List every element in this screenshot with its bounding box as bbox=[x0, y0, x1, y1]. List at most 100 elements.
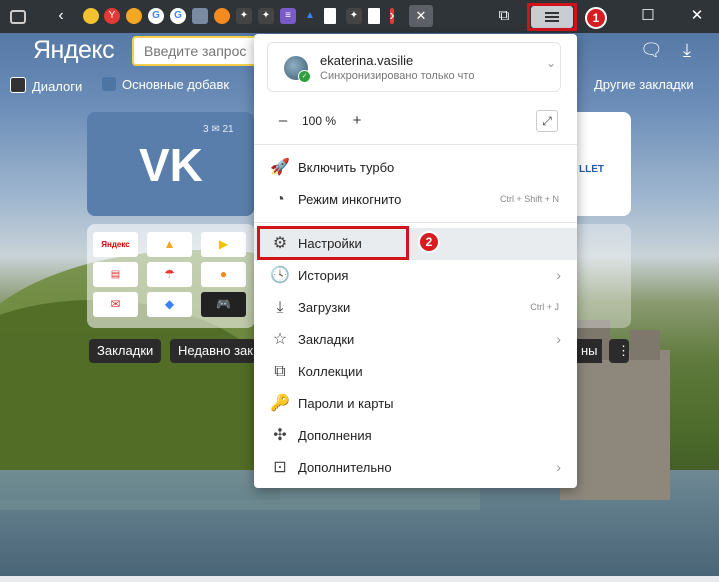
zoom-out-button[interactable]: – bbox=[273, 111, 293, 131]
vk-icon bbox=[102, 77, 116, 91]
menu-item-bookmarks[interactable]: ☆ Закладки › bbox=[254, 324, 577, 356]
book-icon[interactable] bbox=[192, 8, 208, 24]
more-dots-icon: ⊡ bbox=[273, 459, 287, 476]
menu-divider bbox=[254, 222, 577, 223]
menu-item-downloads[interactable]: ⤓ Загрузки Ctrl + J bbox=[254, 292, 577, 324]
quick-links-grid-right bbox=[576, 224, 631, 328]
bookmark-label: Диалоги bbox=[32, 79, 83, 94]
bookmarks-chip[interactable]: Закладки bbox=[89, 339, 162, 363]
highlight-box-menu bbox=[527, 3, 577, 31]
maximize-icon[interactable]: ☐ bbox=[634, 4, 662, 28]
sparkle-icon[interactable]: ✦ bbox=[258, 8, 274, 24]
key-card-icon: 🔑 bbox=[270, 395, 290, 412]
main-menu-dropdown: ✓ ekaterina.vasilie Синхронизировано тол… bbox=[254, 34, 577, 488]
pin-icon[interactable] bbox=[83, 8, 99, 24]
play-icon: ▶ bbox=[218, 237, 229, 251]
bookmark-basic-addons[interactable]: Основные добавк bbox=[102, 77, 229, 92]
games-tile[interactable]: 🎮 bbox=[201, 292, 246, 317]
menu-item-label: Загрузки bbox=[298, 300, 351, 315]
menu-item-shortcut: Ctrl + Shift + N bbox=[499, 194, 559, 204]
menu-item-collections[interactable]: ⧉ Коллекции bbox=[254, 356, 577, 388]
profile-card[interactable]: ✓ ekaterina.vasilie Синхронизировано тол… bbox=[267, 42, 561, 92]
page-icon[interactable] bbox=[368, 8, 380, 24]
news-tile[interactable]: ▤ bbox=[93, 262, 138, 287]
menu-item-more[interactable]: ⊡ Дополнительно › bbox=[254, 452, 577, 484]
sidebar-icon[interactable] bbox=[10, 10, 26, 24]
menu-item-label: Режим инкогнито bbox=[298, 192, 402, 207]
menu-item-history[interactable]: 🕓 История › bbox=[254, 260, 577, 292]
ok-icon: ● bbox=[219, 267, 228, 281]
triangle-icon[interactable]: ▲ bbox=[302, 8, 318, 24]
disk-tile[interactable]: ◆ bbox=[147, 292, 192, 317]
page-icon[interactable] bbox=[324, 8, 336, 24]
chat-icon[interactable]: 🗨 bbox=[640, 40, 663, 61]
zoom-in-button[interactable]: + bbox=[347, 111, 367, 131]
sparkle-icon[interactable]: ✦ bbox=[346, 8, 362, 24]
yandex-y-icon[interactable]: Y bbox=[104, 8, 120, 24]
sparkle-icon[interactable]: ✦ bbox=[236, 8, 252, 24]
menu-item-label: Закладки bbox=[298, 332, 355, 347]
clock-icon: 🕓 bbox=[270, 267, 290, 284]
bottom-strip bbox=[0, 576, 719, 582]
menu-item-label: Включить турбо bbox=[298, 160, 395, 175]
bookmark-dialogs[interactable]: Диалоги bbox=[10, 77, 82, 94]
menu-item-label: Пароли и карты bbox=[298, 396, 394, 411]
disk-icon: ◆ bbox=[164, 297, 175, 311]
weather-tile[interactable]: ☂ bbox=[147, 262, 192, 287]
close-tab-icon[interactable]: ✕ bbox=[409, 5, 433, 27]
search-field[interactable] bbox=[132, 36, 272, 66]
chevron-right-icon: › bbox=[556, 459, 561, 475]
chip-fragment[interactable]: ны bbox=[577, 339, 602, 363]
vk-tile[interactable]: 3 ✉ 21 VK bbox=[87, 112, 254, 216]
step-badge-2: 2 bbox=[418, 231, 440, 253]
menu-item-extensions[interactable]: ✣ Дополнения bbox=[254, 420, 577, 452]
bookmark-label: Основные добавк bbox=[122, 77, 230, 92]
ok-tile[interactable]: ● bbox=[201, 262, 246, 287]
recently-closed-chip[interactable]: Недавно зак bbox=[170, 339, 256, 363]
rocket-icon: 🚀 bbox=[270, 159, 290, 176]
title-bar: ‹ Y G G ✦ ✦ ≡ ▲ ✦ › ✕ ⧉ ☐ ✕ bbox=[0, 0, 719, 33]
menu-item-incognito[interactable]: ◔ Режим инкогнито Ctrl + Shift + N bbox=[254, 184, 577, 216]
bookmark-collections-icon[interactable]: ⧉ bbox=[490, 4, 518, 28]
orange-circle-icon[interactable] bbox=[126, 8, 142, 24]
highlight-box-settings bbox=[257, 226, 409, 260]
close-window-icon[interactable]: ✕ bbox=[683, 4, 711, 28]
google-icon[interactable]: G bbox=[170, 8, 186, 24]
menu-item-passwords[interactable]: 🔑 Пароли и карты bbox=[254, 388, 577, 420]
chevron-right-icon: › bbox=[556, 267, 561, 283]
zoom-control: – 100 % + ⤢ bbox=[254, 106, 577, 136]
more-options-icon[interactable]: ⋮ bbox=[609, 339, 630, 363]
download-icon: ⤓ bbox=[276, 299, 284, 316]
other-bookmarks[interactable]: Другие закладки bbox=[594, 77, 694, 92]
yandex-link-tile[interactable]: Яндекс bbox=[93, 232, 138, 257]
search-input[interactable] bbox=[142, 38, 266, 64]
menu-item-turbo[interactable]: 🚀 Включить турбо bbox=[254, 152, 577, 184]
back-arrow-icon[interactable]: ‹ bbox=[53, 8, 69, 24]
puzzle-icon: ✣ bbox=[273, 427, 287, 444]
incognito-mask-icon: ◔ bbox=[275, 191, 285, 208]
collections-icon: ⧉ bbox=[274, 363, 286, 380]
dialogs-icon bbox=[10, 77, 26, 93]
chevron-right-icon: › bbox=[556, 331, 561, 347]
profile-name: ekaterina.vasilie bbox=[320, 53, 414, 68]
vk-stats: 3 ✉ 21 bbox=[203, 124, 234, 135]
google-icon[interactable]: G bbox=[148, 8, 164, 24]
sync-check-icon: ✓ bbox=[298, 70, 311, 83]
umbrella-icon: ☂ bbox=[164, 267, 175, 281]
download-icon[interactable]: ⤓ bbox=[683, 40, 691, 61]
mail-tile[interactable]: ✉ bbox=[93, 292, 138, 317]
menu-item-label: Коллекции bbox=[298, 364, 363, 379]
chevron-down-icon[interactable]: ⌄ bbox=[546, 56, 556, 70]
ok-icon[interactable] bbox=[214, 8, 230, 24]
sync-status: Синхронизировано только что bbox=[320, 70, 475, 82]
fullscreen-icon[interactable]: ⤢ bbox=[536, 110, 558, 132]
wallet-tile[interactable]: LLET bbox=[577, 112, 631, 216]
strikethrough-icon[interactable]: ≡ bbox=[280, 8, 296, 24]
vk-logo-icon: VK bbox=[139, 139, 203, 191]
quick-links-grid: Яндекс ▲ ▶ ▤ ☂ ● ✉ ◆ 🎮 bbox=[87, 224, 255, 328]
forward-arrow-icon[interactable]: › bbox=[384, 8, 400, 24]
video-tile[interactable]: ▶ bbox=[201, 232, 246, 257]
yandex-logo[interactable]: Яндекс bbox=[33, 36, 115, 65]
images-tile[interactable]: ▲ bbox=[147, 232, 192, 257]
gamepad-icon: 🎮 bbox=[216, 297, 231, 311]
